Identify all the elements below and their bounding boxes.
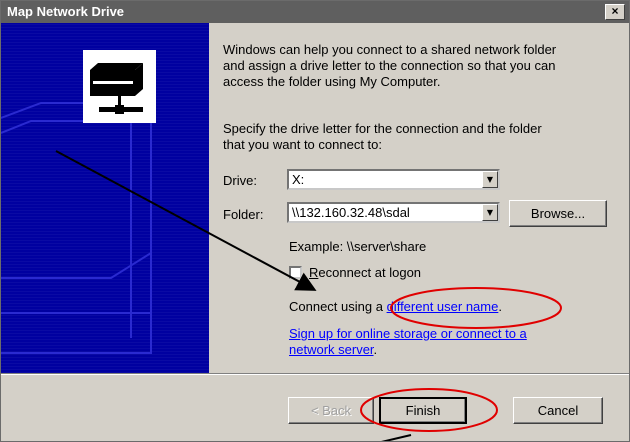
map-network-drive-dialog: Map Network Drive × Windows can help you… bbox=[0, 0, 630, 442]
annotation-arrow bbox=[55, 150, 317, 291]
annotation-circle-link bbox=[390, 287, 562, 329]
annotation-overlay bbox=[55, 150, 562, 441]
annotation-arrow-bottom bbox=[381, 434, 412, 441]
annotation-circle-finish bbox=[360, 388, 498, 432]
